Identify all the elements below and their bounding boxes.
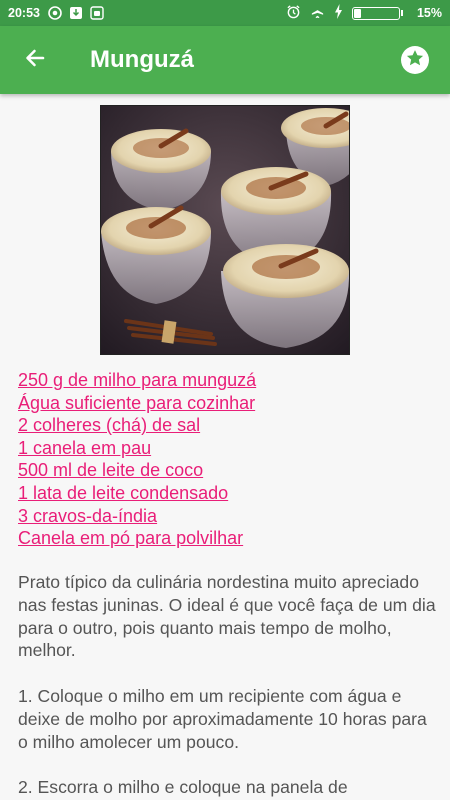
battery-icon [351,6,403,20]
app-bar: Munguzá [0,26,450,94]
ingredient-link[interactable]: 250 g de milho para munguzá [18,369,256,392]
download-icon [69,6,83,20]
ingredient-link[interactable]: 500 ml de leite de coco [18,459,256,482]
recipe-description: Prato típico da culinária nordestina mui… [18,572,436,661]
ingredient-link[interactable]: 3 cravos-da-índia [18,505,256,528]
ingredient-link[interactable]: Água suficiente para cozinhar [18,392,256,415]
arrow-left-icon [23,46,47,75]
charging-icon [334,4,343,22]
page-title: Munguzá [90,46,194,73]
recipe-step: 2. Escorra o milho e coloque na panela d… [18,777,348,798]
recipe-instructions: Prato típico da culinária nordestina mui… [18,571,438,800]
back-button[interactable] [0,26,70,94]
ingredient-link[interactable]: 1 canela em pau [18,437,256,460]
airplane-mode-icon [310,4,325,22]
ingredient-link[interactable]: 1 lata de leite condensado [18,482,256,505]
recipe-step: 1. Coloque o milho em um recipiente com … [18,685,427,752]
whatsapp-icon [48,6,62,20]
alarm-icon [286,4,301,22]
battery-percent: 15% [416,6,442,20]
star-icon [405,48,425,73]
recipe-content[interactable]: 250 g de milho para munguzá Água suficie… [0,94,450,800]
android-icon [90,6,104,20]
status-bar: 20:53 15% [0,0,450,26]
ingredients-list: 250 g de milho para munguzá Água suficie… [18,369,256,550]
ingredient-link[interactable]: 2 colheres (chá) de sal [18,414,256,437]
favorite-button[interactable] [401,46,429,74]
ingredient-link[interactable]: Canela em pó para polvilhar [18,527,256,550]
status-time: 20:53 [8,6,40,20]
munguza-dessert-photo [100,105,350,355]
